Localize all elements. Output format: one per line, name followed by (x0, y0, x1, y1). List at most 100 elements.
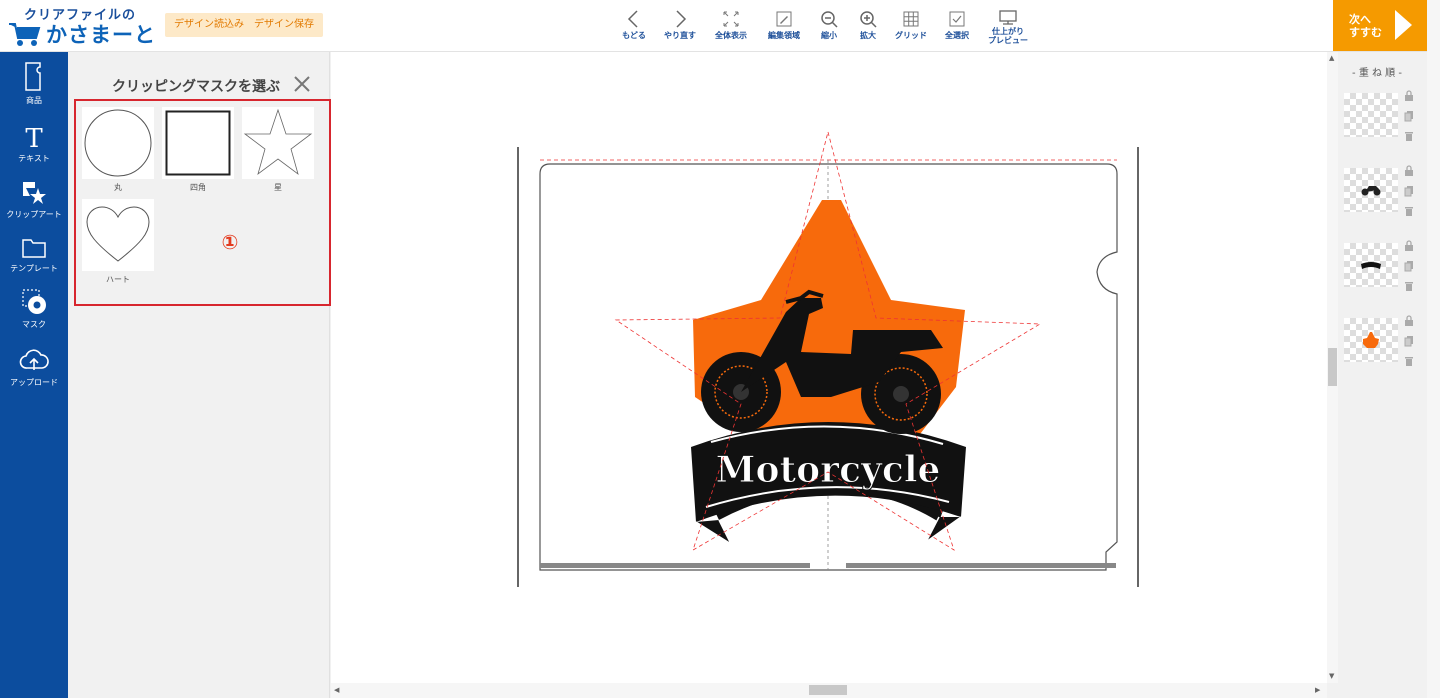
bottom-strip-left (540, 563, 810, 568)
sidebar-label-clipart: クリップアート (6, 210, 62, 219)
motorcycle-text: Motorcycle (716, 449, 941, 491)
next-label-line2: すすむ (1349, 26, 1382, 39)
mask-icon (22, 289, 46, 314)
sidebar-item-product[interactable]: 商品 (0, 62, 68, 106)
preview-label-2: プレビュー (988, 36, 1028, 45)
redo-label: やり直す (664, 31, 696, 40)
design-stage[interactable]: Motorcycle (331, 52, 1327, 683)
banner-thumb-icon (1361, 262, 1381, 269)
layer-actions (1404, 312, 1418, 372)
layer-actions (1404, 237, 1418, 297)
site-logo[interactable]: クリアファイルの かさまーと (8, 4, 158, 48)
fit-screen-button[interactable]: 全体表示 (703, 9, 759, 47)
mask-option-circle[interactable]: 丸 (82, 107, 154, 193)
fit-screen-icon (723, 11, 739, 27)
circle-shape-icon (84, 109, 152, 177)
mask-option-star[interactable]: 星 (242, 107, 314, 193)
sidebar-item-text[interactable]: T テキスト (0, 124, 68, 164)
logo-title: かさまーと (46, 23, 156, 47)
sidebar-label-mask: マスク (22, 320, 46, 329)
top-header: クリアファイルの かさまーと デザイン読込み デザイン保存 もどる やり直す 全… (0, 0, 1440, 52)
trash-icon[interactable] (1404, 202, 1418, 222)
copy-icon[interactable] (1404, 182, 1418, 202)
layer-actions (1404, 162, 1418, 222)
horizontal-scrollbar[interactable]: ◀ ▶ (331, 683, 1327, 698)
sidebar-item-template[interactable]: テンプレート (0, 236, 68, 274)
trash-icon[interactable] (1404, 277, 1418, 297)
sidebar-label-text: テキスト (18, 154, 50, 163)
lock-icon[interactable] (1404, 162, 1418, 182)
mask-label-circle: 丸 (114, 183, 122, 192)
next-step-button[interactable]: 次へ すすむ (1333, 0, 1427, 51)
chevron-left-icon (627, 10, 638, 28)
orange-star-thumb-icon (1363, 332, 1379, 348)
layers-panel: - 重 ね 順 - (1338, 52, 1427, 698)
layer-item[interactable] (1344, 315, 1422, 366)
scroll-left-icon[interactable]: ◀ (334, 686, 339, 694)
copy-icon[interactable] (1404, 332, 1418, 352)
edit-area-icon (776, 11, 792, 27)
select-all-button[interactable]: 全選択 (929, 9, 985, 47)
left-sidebar: 商品 T テキスト クリップアート テンプレート マスク アップロード (0, 52, 68, 698)
design-canvas[interactable]: Motorcycle (331, 52, 1327, 683)
horizontal-scroll-thumb[interactable] (809, 685, 847, 695)
monitor-icon (999, 10, 1017, 25)
close-icon[interactable] (293, 75, 311, 93)
sidebar-item-upload[interactable]: アップロード (0, 346, 68, 388)
mask-thumb-square (162, 107, 234, 179)
upload-icon (19, 349, 49, 370)
load-design-button[interactable]: デザイン読込み (165, 13, 253, 37)
trash-icon[interactable] (1404, 127, 1418, 147)
select-all-icon (949, 11, 965, 27)
sidebar-item-mask[interactable]: マスク (0, 288, 68, 330)
product-icon (25, 62, 41, 91)
sidebar-label-product: 商品 (26, 96, 42, 105)
mask-option-heart[interactable]: ハート (82, 199, 154, 285)
play-arrow-icon (1395, 10, 1412, 40)
select-all-label: 全選択 (945, 31, 969, 40)
sidebar-item-clipart[interactable]: クリップアート (0, 180, 68, 220)
scroll-down-icon[interactable]: ▼ (1329, 672, 1334, 680)
layer-thumb-orange-star[interactable] (1344, 318, 1398, 362)
mask-thumb-star (242, 107, 314, 179)
motorcycle-thumb-icon (1361, 186, 1381, 196)
scroll-right-icon[interactable]: ▶ (1315, 686, 1320, 694)
svg-text:T: T (25, 124, 43, 150)
layer-thumb-motorcycle[interactable] (1344, 168, 1398, 212)
save-design-button[interactable]: デザイン保存 (245, 13, 323, 37)
annotation-marker: ① (221, 230, 239, 254)
mask-option-square[interactable]: 四角 (162, 107, 234, 193)
mask-label-star: 星 (274, 183, 282, 192)
header-scroll-track (1427, 0, 1440, 52)
layer-actions (1404, 87, 1418, 147)
copy-icon[interactable] (1404, 107, 1418, 127)
chevron-right-icon (676, 10, 687, 28)
template-icon (22, 239, 46, 258)
layer-thumb-blank[interactable] (1344, 93, 1398, 137)
mask-panel: クリッピングマスクを選ぶ 丸 四角 星 ハート ① (68, 52, 331, 698)
layer-item[interactable] (1344, 165, 1422, 216)
lock-icon[interactable] (1404, 87, 1418, 107)
mask-label-heart: ハート (106, 275, 130, 284)
trash-icon[interactable] (1404, 352, 1418, 372)
mask-options-highlight: 丸 四角 星 ハート (74, 99, 331, 306)
vertical-scroll-thumb[interactable] (1328, 348, 1337, 386)
vertical-scrollbar[interactable]: ▲ ▼ (1327, 52, 1338, 683)
preview-button[interactable]: 仕上がり プレビュー (980, 9, 1036, 47)
text-icon: T (25, 124, 43, 150)
scroll-up-icon[interactable]: ▲ (1329, 54, 1334, 62)
layer-thumb-banner[interactable] (1344, 243, 1398, 287)
layer-item[interactable] (1344, 90, 1422, 141)
redo-button[interactable]: やり直す (652, 9, 708, 47)
lock-icon[interactable] (1404, 312, 1418, 332)
mask-thumb-heart (82, 199, 154, 271)
star-shape-icon (243, 108, 313, 176)
heart-shape-icon (86, 206, 150, 262)
layers-title: - 重 ね 順 - (1352, 68, 1402, 79)
next-step-label: 次へ すすむ (1349, 13, 1389, 39)
layer-item[interactable] (1344, 240, 1422, 291)
lock-icon[interactable] (1404, 237, 1418, 257)
sidebar-label-upload: アップロード (10, 378, 58, 387)
next-label-line1: 次へ (1349, 13, 1371, 26)
copy-icon[interactable] (1404, 257, 1418, 277)
